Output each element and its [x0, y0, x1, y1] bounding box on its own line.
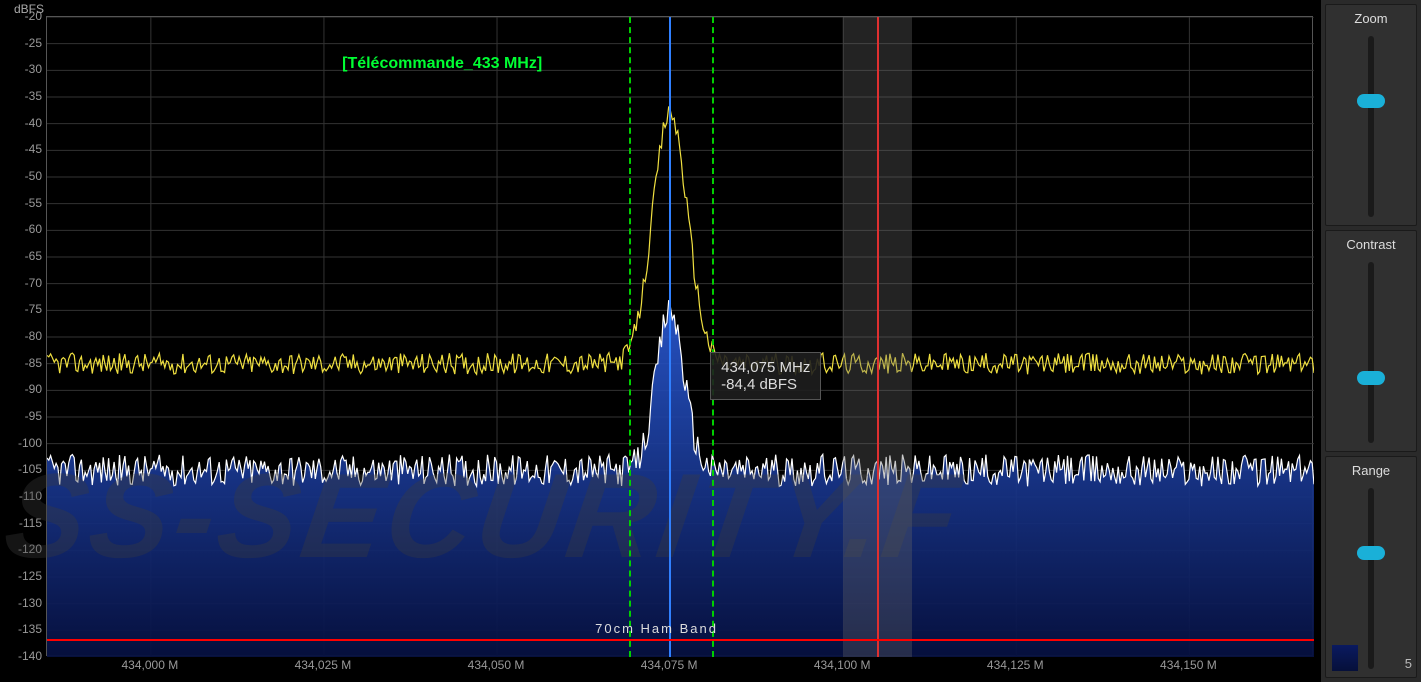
y-tick: -130: [18, 596, 42, 610]
cursor-tooltip: 434,075 MHz -84,4 dBFS: [710, 352, 821, 400]
y-tick: -135: [18, 622, 42, 636]
y-tick: -35: [25, 89, 42, 103]
zoom-control: Zoom: [1325, 4, 1417, 226]
plot-canvas: [47, 17, 1314, 657]
contrast-label: Contrast: [1346, 235, 1395, 258]
contrast-control: Contrast: [1325, 230, 1417, 452]
zoom-label: Zoom: [1354, 9, 1387, 32]
zoom-slider-track[interactable]: [1368, 36, 1374, 217]
y-tick: -20: [25, 9, 42, 23]
waterfall-preview-icon: [1332, 645, 1358, 671]
tooltip-level: -84,4 dBFS: [721, 376, 810, 393]
band-line: [47, 639, 1314, 641]
y-tick: -120: [18, 542, 42, 556]
y-tick: -50: [25, 169, 42, 183]
x-tick: 434,050 M: [468, 658, 525, 672]
y-tick: -40: [25, 116, 42, 130]
band-label: 70cm Ham Band: [595, 621, 718, 636]
controls-panel: Zoom Contrast Range 5: [1321, 0, 1421, 682]
y-tick: -90: [25, 382, 42, 396]
y-tick: -75: [25, 302, 42, 316]
x-tick: 434,150 M: [1160, 658, 1217, 672]
y-tick: -55: [25, 196, 42, 210]
x-axis: 434,000 M 434,025 M 434,050 M 434,075 M 434,…: [46, 658, 1313, 678]
range-slider-track[interactable]: [1368, 488, 1374, 669]
spectrum-display[interactable]: dBFS -20-25-30-35-40-45-50-55-60-65-70-7…: [0, 0, 1321, 682]
y-tick: -85: [25, 356, 42, 370]
y-tick: -30: [25, 62, 42, 76]
zoom-slider-thumb[interactable]: [1357, 94, 1385, 108]
y-tick: -70: [25, 276, 42, 290]
y-tick: -45: [25, 142, 42, 156]
range-label: Range: [1352, 461, 1390, 484]
fft-plot[interactable]: SS-SECURITY.F [Télécommande_433 MHz] 70c…: [46, 16, 1313, 656]
range-control: Range 5: [1325, 456, 1417, 678]
tuned-frequency-line[interactable]: [669, 17, 671, 657]
y-tick: -80: [25, 329, 42, 343]
y-tick: -140: [18, 649, 42, 663]
range-slider-thumb[interactable]: [1357, 546, 1385, 560]
y-tick: -95: [25, 409, 42, 423]
y-tick: -125: [18, 569, 42, 583]
y-tick: -60: [25, 222, 42, 236]
tooltip-freq: 434,075 MHz: [721, 359, 810, 376]
y-axis: -20-25-30-35-40-45-50-55-60-65-70-75-80-…: [0, 16, 46, 656]
y-tick: -105: [18, 462, 42, 476]
x-tick: 434,000 M: [121, 658, 178, 672]
contrast-slider-track[interactable]: [1368, 262, 1374, 443]
x-tick: 434,125 M: [987, 658, 1044, 672]
secondary-marker[interactable]: [877, 17, 879, 657]
y-tick: -110: [19, 489, 42, 503]
filter-edge-right[interactable]: [712, 17, 714, 657]
y-tick: -65: [25, 249, 42, 263]
x-tick: 434,025 M: [295, 658, 352, 672]
y-tick: -115: [19, 516, 42, 530]
contrast-slider-thumb[interactable]: [1357, 371, 1385, 385]
x-tick: 434,100 M: [814, 658, 871, 672]
bookmark-label[interactable]: [Télécommande_433 MHz]: [342, 55, 542, 73]
filter-edge-left[interactable]: [629, 17, 631, 657]
range-value: 5: [1405, 656, 1412, 671]
x-tick: 434,075 M: [641, 658, 698, 672]
y-tick: -100: [18, 436, 42, 450]
y-tick: -25: [25, 36, 42, 50]
